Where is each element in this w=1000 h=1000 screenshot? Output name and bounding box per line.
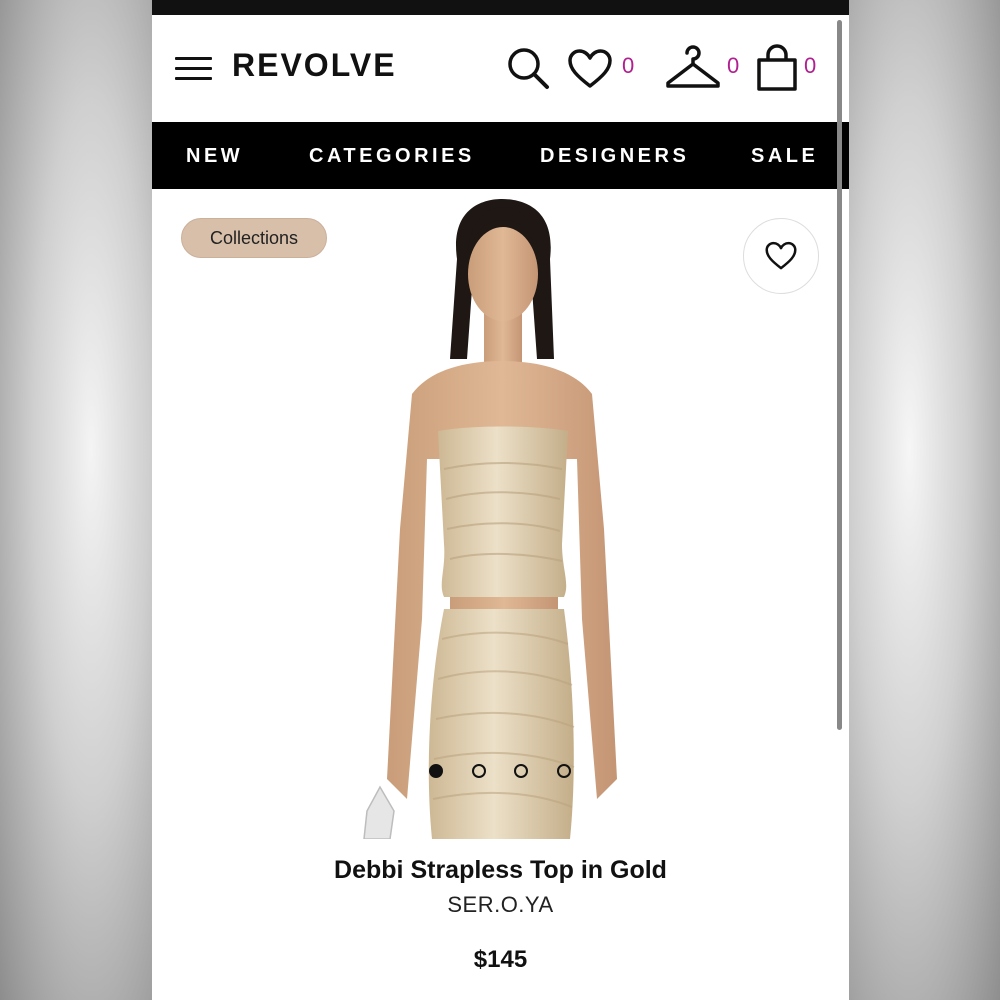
carousel-dot-3[interactable] (514, 764, 528, 778)
phone-screen: REVOLVE 0 0 0 NEW CATEGORIES DESIGNERS S… (152, 0, 849, 1000)
carousel-dot-4[interactable] (557, 764, 571, 778)
product-detail: Collections Debbi Strapless Top in Gold … (152, 189, 849, 1000)
favorite-button[interactable] (743, 218, 819, 294)
nav-sale[interactable]: SALE (751, 145, 818, 168)
bag-icon[interactable] (755, 43, 799, 93)
collections-badge[interactable]: Collections (181, 218, 327, 258)
product-title: Debbi Strapless Top in Gold (334, 856, 667, 884)
carousel-dot-2[interactable] (472, 764, 486, 778)
site-header: REVOLVE 0 0 0 (152, 15, 849, 122)
nav-categories[interactable]: CATEGORIES (309, 145, 475, 168)
background-left (0, 0, 152, 1000)
status-bar (152, 0, 849, 15)
wishlist-count: 0 (622, 53, 635, 78)
heart-icon (765, 241, 797, 270)
nav-designers[interactable]: DESIGNERS (540, 145, 689, 168)
main-nav: NEW CATEGORIES DESIGNERS SALE (152, 122, 849, 189)
menu-icon[interactable] (175, 57, 212, 81)
bag-count: 0 (804, 53, 817, 78)
carousel-dots (152, 764, 849, 780)
background-right (849, 0, 1000, 1000)
product-image[interactable] (332, 199, 672, 839)
site-logo[interactable]: REVOLVE (232, 47, 397, 84)
account-count: 0 (727, 53, 740, 78)
search-icon[interactable] (505, 45, 551, 91)
scrollbar[interactable] (837, 20, 842, 730)
hanger-icon[interactable] (665, 43, 721, 93)
product-brand[interactable]: SER.O.YA (152, 892, 849, 918)
wishlist-heart-icon[interactable] (567, 48, 613, 90)
carousel-dot-1[interactable] (429, 764, 443, 778)
nav-new[interactable]: NEW (186, 145, 243, 168)
product-price: $145 (473, 946, 528, 973)
